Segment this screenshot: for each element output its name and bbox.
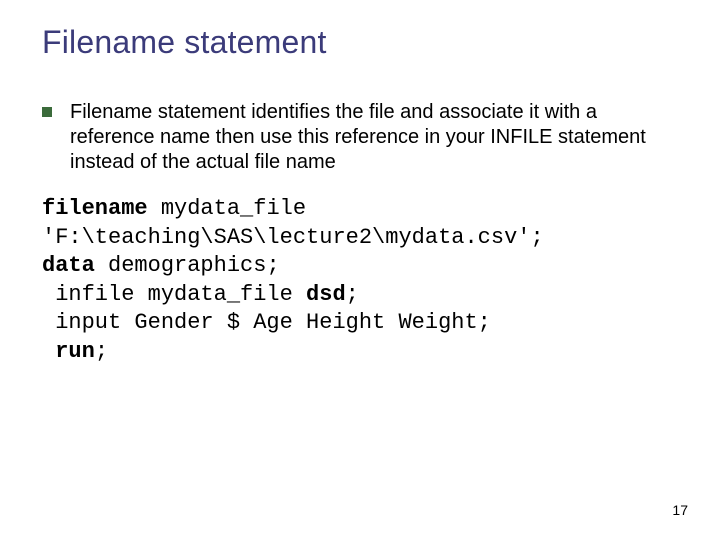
code-keyword-dsd: dsd (306, 282, 346, 307)
square-bullet-icon (42, 107, 52, 117)
slide-body: Filename statement identifies the file a… (42, 100, 678, 367)
bullet-item: Filename statement identifies the file a… (42, 100, 678, 175)
code-keyword-data: data (42, 253, 95, 278)
slide: Filename statement Filename statement id… (0, 0, 720, 540)
page-number: 17 (672, 502, 688, 518)
code-keyword-filename: filename (42, 196, 148, 221)
code-text: infile mydata_file (42, 282, 306, 307)
code-block: filename mydata_file 'F:\teaching\SAS\le… (42, 195, 678, 367)
code-keyword-run: run (42, 339, 95, 364)
slide-title: Filename statement (42, 24, 327, 61)
bullet-text: Filename statement identifies the file a… (70, 100, 678, 175)
code-text: demographics; (95, 253, 280, 278)
code-text: ; (95, 339, 108, 364)
code-text: ; (346, 282, 359, 307)
code-text: input Gender $ Age Height Weight; (42, 310, 491, 335)
code-text: 'F:\teaching\SAS\lecture2\mydata.csv'; (42, 225, 544, 250)
code-text: mydata_file (148, 196, 306, 221)
